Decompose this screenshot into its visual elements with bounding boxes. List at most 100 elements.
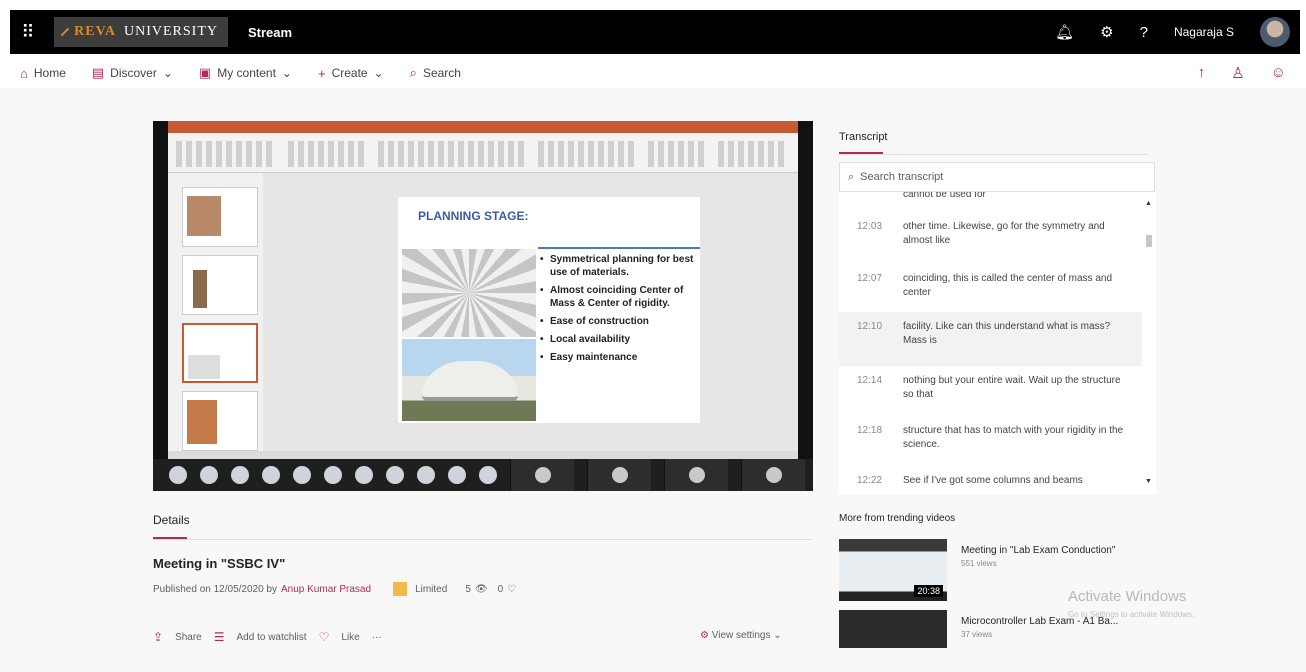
views-count: 5 [465, 583, 471, 595]
transcript-search-input[interactable]: ⌕ Search transcript [839, 162, 1155, 192]
share-button[interactable]: Share [175, 632, 202, 643]
slide-bullet: Almost coinciding Center of Mass & Cente… [538, 284, 698, 310]
participant-avatar [231, 466, 249, 484]
duration-badge: 20:38 [914, 585, 943, 597]
transcript-row[interactable]: 12:14 nothing but your entire wait. Wait… [839, 374, 1142, 402]
slide-title: PLANNING STAGE: [418, 209, 529, 223]
heart-icon: ♡ [507, 583, 517, 595]
nav-create-label: Create [331, 66, 368, 80]
slide-thumbnail [182, 391, 258, 451]
lock-icon [393, 582, 408, 596]
trending-video-item[interactable]: Microcontroller Lab Exam - A1 Ba... 37 v… [839, 610, 1259, 672]
transcript-row-partial: cannot be used for [839, 192, 1142, 202]
user-name[interactable]: Nagaraja S [1174, 25, 1234, 39]
more-options-button[interactable]: ··· [372, 632, 382, 643]
product-name[interactable]: Stream [248, 25, 292, 40]
transcript-list[interactable]: cannot be used for 12:03 other time. Lik… [839, 192, 1142, 494]
chevron-down-icon: ⌄ [773, 630, 782, 641]
transcript-text: See if I've got some columns and beams [903, 475, 1083, 486]
participant-tile [664, 459, 728, 491]
nav-discover[interactable]: ▤ Discover ⌄ [92, 65, 173, 81]
trending-video-title[interactable]: Meeting in "Lab Exam Conduction" [961, 545, 1115, 556]
author-link[interactable]: Anup Kumar Prasad [281, 584, 371, 595]
slide-bullet: Symmetrical planning for best use of mat… [538, 253, 698, 279]
chevron-down-icon: ⌄ [373, 66, 384, 80]
participant-avatar [200, 466, 218, 484]
view-settings-button[interactable]: ⚙ View settings ⌄ [700, 630, 782, 641]
current-slide: PLANNING STAGE: Symmetrical planning for… [398, 197, 700, 423]
nav-my-content[interactable]: ▣ My content ⌄ [199, 65, 292, 81]
like-button[interactable]: Like [341, 632, 359, 643]
video-actions: ⇪ Share ☰ Add to watchlist ♡ Like ··· [153, 630, 382, 644]
video-thumbnail[interactable]: 20:38 [839, 539, 947, 601]
nav-home-label: Home [33, 66, 66, 80]
video-player[interactable]: PLANNING STAGE: Symmetrical planning for… [153, 121, 813, 491]
transcript-row[interactable]: 12:03 other time. Likewise, go for the s… [839, 220, 1142, 248]
transcript-text: other time. Likewise, go for the symmetr… [903, 221, 1105, 246]
floor-plan-image [402, 249, 536, 337]
transcript-search-placeholder: Search transcript [860, 171, 944, 183]
org-logo[interactable]: REVA UNIVERSITY [54, 17, 228, 47]
powerpoint-titlebar [168, 121, 798, 133]
powerpoint-body: PLANNING STAGE: Symmetrical planning for… [168, 173, 798, 459]
app-launcher-icon[interactable]: ⠿ [10, 10, 46, 54]
transcript-text: coinciding, this is called the center of… [903, 273, 1112, 298]
transcript-row[interactable]: 12:22 See if I've got some columns and b… [839, 474, 1142, 488]
nav-create[interactable]: + Create ⌄ [318, 66, 384, 81]
activate-windows-subtext: Go to Settings to activate Windows. [1068, 610, 1195, 619]
discover-icon: ▤ [91, 65, 105, 80]
notifications-bell-icon[interactable]: 🔔︎ [1055, 23, 1074, 41]
transcript-time: 12:14 [857, 375, 883, 386]
video-meta: Published on 12/05/2020 by Anup Kumar Pr… [153, 582, 516, 596]
nav-right-actions: ↑ ♙ ☺ [1198, 64, 1306, 82]
published-text: Published on 12/05/2020 by [153, 583, 277, 595]
participant-avatar [448, 466, 466, 484]
like-icon[interactable]: ♡ [319, 630, 330, 644]
transcript-time: 12:07 [857, 273, 883, 284]
org-name-part1: REVA [74, 24, 116, 39]
people-icon[interactable]: ♙ [1231, 64, 1244, 82]
settings-gear-icon[interactable]: ⚙ [1100, 23, 1113, 41]
watchlist-icon[interactable]: ☰ [214, 630, 225, 644]
participant-tile [587, 459, 651, 491]
participant-avatar [324, 466, 342, 484]
transcript-row-active[interactable]: 12:10 facility. Like can this understand… [839, 312, 1142, 366]
slide-thumbnail [182, 255, 258, 315]
share-icon[interactable]: ⇪ [153, 630, 163, 644]
chevron-down-icon: ⌄ [162, 66, 173, 80]
transcript-divider [839, 154, 1149, 155]
tab-details[interactable]: Details [153, 513, 190, 527]
upload-icon[interactable]: ↑ [1198, 64, 1206, 82]
tab-transcript[interactable]: Transcript [839, 131, 888, 143]
avatar[interactable] [1260, 17, 1290, 47]
slide-title-rule [538, 247, 700, 249]
slide-thumbnail [182, 187, 258, 247]
transcript-scrollbar[interactable]: ▲ ▼ [1142, 192, 1156, 494]
my-content-icon: ▣ [198, 65, 212, 80]
logo-mark-icon [60, 27, 70, 37]
video-thumbnail[interactable] [839, 610, 947, 648]
views-icon: 👁︎ [474, 583, 488, 595]
scroll-up-icon[interactable]: ▲ [1145, 200, 1152, 207]
details-divider [153, 539, 813, 540]
video-title: Meeting in "SSBC IV" [153, 556, 286, 571]
transcript-row[interactable]: 12:18 structure that has to match with y… [839, 424, 1142, 452]
participant-avatar [355, 466, 373, 484]
scroll-down-icon[interactable]: ▼ [1145, 478, 1152, 485]
app-header: ⠿ REVA UNIVERSITY Stream 🔔︎ ⚙ ? Nagaraja… [10, 10, 1300, 54]
nav-my-content-label: My content [217, 66, 276, 80]
nav-home[interactable]: ⌂ Home [20, 66, 66, 81]
trending-video-views: 551 views [961, 559, 997, 568]
transcript-row[interactable]: 12:07 coinciding, this is called the cen… [839, 272, 1142, 300]
scrollbar-thumb[interactable] [1146, 235, 1152, 247]
view-settings-label: View settings [711, 630, 771, 641]
slide-thumbnail-selected [182, 323, 258, 383]
help-icon[interactable]: ? [1140, 24, 1148, 41]
transcript-time: 12:18 [857, 425, 883, 436]
trending-video-item[interactable]: 20:38 Meeting in "Lab Exam Conduction" 5… [839, 539, 1259, 601]
feedback-icon[interactable]: ☺ [1271, 64, 1286, 82]
nav-search[interactable]: ⌕ Search [410, 65, 461, 81]
transcript-text: facility. Like can this understand what … [903, 321, 1111, 346]
slide-bullets: Symmetrical planning for best use of mat… [538, 253, 698, 369]
add-to-watchlist-button[interactable]: Add to watchlist [237, 632, 307, 643]
